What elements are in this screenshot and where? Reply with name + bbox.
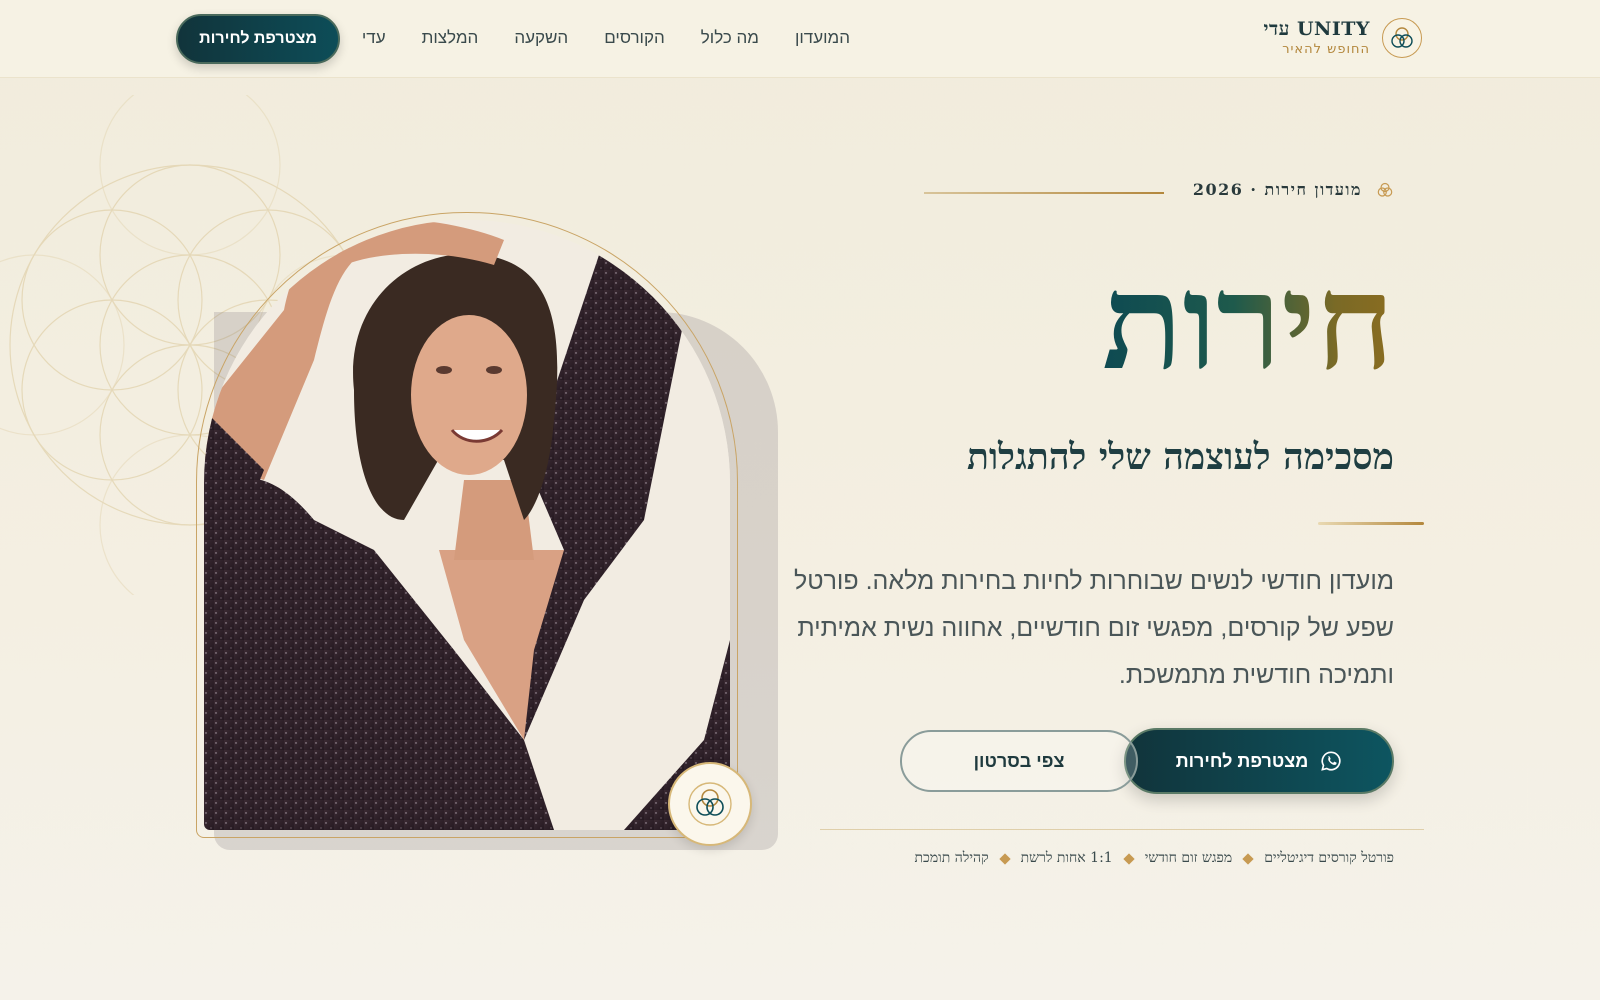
hero-photo [204,220,730,830]
brand-tagline: החופש להאיר [1282,42,1370,57]
hero-divider [1318,522,1424,525]
header-join-button[interactable]: מצטרפת לחירות [176,14,340,64]
unity-small-icon [1377,182,1393,197]
whatsapp-icon [1321,751,1341,771]
eyebrow-text: מועדון חירות · 2026 [1192,180,1362,199]
hero-subtitle: מסכימה לעוצמה שלי להתגלות [967,436,1394,478]
feature-list: פורטל קורסים דיגיטליים מפגש זום חודשי 1:… [915,850,1395,867]
photo-badge [668,762,752,846]
diamond-icon [1242,852,1254,865]
hero-title: חירות [1102,245,1394,400]
join-button-label: מצטרפת לחירות [1175,750,1309,771]
eyebrow: מועדון חירות · 2026 [1193,180,1394,200]
unity-logo-icon [688,782,732,826]
join-button[interactable]: מצטרפת לחירות [1124,728,1394,794]
nav-item-whats-included[interactable]: מה כלול [701,28,759,48]
unity-logo-icon [1382,18,1422,58]
nav-item-testimonials[interactable]: המלצות [422,28,479,48]
diamond-icon [1123,852,1135,865]
nav-item-club[interactable]: המועדון [795,28,850,48]
eyebrow-divider [924,192,1164,194]
woman-portrait-illustration [204,220,730,830]
feature-item: מפגש זום חודשי [1144,850,1233,866]
watch-video-button[interactable]: צפי בסרטון [900,730,1138,792]
feature-item: פורטל קורסים דיגיטליים [1264,850,1394,866]
feature-item: קהילה תומכת [914,850,989,866]
nav-item-courses[interactable]: הקורסים [604,28,665,48]
brand[interactable]: UNITY עדי החופש להאיר [1263,18,1422,58]
nav-item-investment[interactable]: השקעה [514,28,568,48]
main-nav: המועדון מה כלול הקורסים השקעה המלצות עדי [362,28,850,48]
feature-item: 1:1 אחות לרשת [1020,850,1113,866]
brand-name: UNITY עדי [1263,18,1370,40]
features-divider [820,829,1424,830]
site-header: UNITY עדי החופש להאיר המועדון מה כלול הק… [0,0,1600,78]
diamond-icon [998,852,1011,865]
nav-item-about[interactable]: עדי [362,28,386,48]
hero-description: מועדון חודשי לנשים שבוחרות לחיות בחירות … [794,567,1394,689]
